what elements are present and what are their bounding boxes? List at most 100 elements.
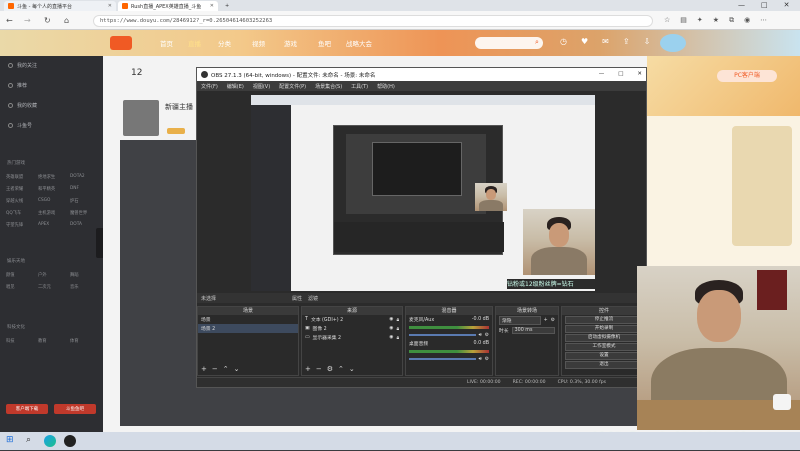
nav-event[interactable]: 战略大会 bbox=[346, 38, 372, 48]
site-logo[interactable] bbox=[110, 36, 132, 50]
gear-icon[interactable]: ⚙ bbox=[551, 318, 555, 323]
extension-icon[interactable]: ✦ bbox=[697, 16, 703, 25]
menu-view[interactable]: 视图(V) bbox=[253, 83, 270, 90]
nav-home[interactable]: 首页 bbox=[160, 38, 173, 48]
sidebar-category-item[interactable]: 科技 bbox=[6, 338, 38, 344]
windows-icon[interactable]: ⊞ bbox=[6, 435, 14, 445]
sidebar-category-item[interactable]: 穿越火线 bbox=[6, 198, 38, 204]
visibility-eye-icon[interactable]: ◉ bbox=[389, 317, 393, 322]
sidebar-category-item[interactable]: QQ飞车 bbox=[6, 210, 38, 216]
sidebar-item-favorites[interactable]: 我的收藏 bbox=[8, 102, 37, 109]
move-up-icon[interactable]: ⌃ bbox=[223, 365, 229, 373]
duration-input[interactable]: 300 ms bbox=[511, 327, 555, 334]
move-down-icon[interactable]: ⌄ bbox=[234, 365, 240, 373]
sidebar-category-item[interactable]: APEX bbox=[38, 222, 70, 228]
edge-icon[interactable] bbox=[44, 435, 56, 447]
sidebar-category-item[interactable]: 王者荣耀 bbox=[6, 186, 38, 192]
back-icon[interactable]: ← bbox=[6, 16, 13, 25]
add-source-icon[interactable]: + bbox=[305, 365, 311, 373]
download-icon[interactable]: ⇩ bbox=[644, 37, 651, 46]
sidebar-category-item[interactable]: 体育 bbox=[70, 338, 102, 344]
share-icon[interactable]: ⧉ bbox=[729, 16, 734, 25]
volume-slider[interactable] bbox=[409, 358, 476, 360]
sidebar-category-item[interactable]: 户外 bbox=[38, 272, 70, 278]
minimize-icon[interactable]: — bbox=[738, 1, 745, 9]
start-recording-button[interactable]: 开始录制 bbox=[565, 325, 643, 333]
url-input[interactable]: https://www.douyu.com/2846912?_r=0.26504… bbox=[93, 15, 653, 27]
gear-icon[interactable]: ⚙ bbox=[485, 357, 489, 362]
sidebar-category-item[interactable]: 魔兽世界 bbox=[70, 210, 102, 216]
collections-icon[interactable]: ▤ bbox=[680, 16, 687, 25]
sidebar-item-recommend[interactable]: 推荐 bbox=[8, 82, 27, 89]
star-icon[interactable]: ☆ bbox=[664, 16, 670, 25]
stop-streaming-button[interactable]: 停止推流 bbox=[565, 316, 643, 324]
pc-client-badge[interactable]: PC客户端 bbox=[717, 70, 777, 82]
properties-button[interactable]: 属性 bbox=[292, 295, 302, 302]
gear-icon[interactable]: ⚙ bbox=[327, 365, 333, 373]
source-item[interactable]: ▣ 图像 2 ◉ 🔒︎ bbox=[302, 324, 402, 333]
menu-tools[interactable]: 工具(T) bbox=[351, 83, 368, 90]
sidebar-category-item[interactable]: 英雄联盟 bbox=[6, 174, 38, 180]
sidebar-category-item[interactable]: 主机游戏 bbox=[38, 210, 70, 216]
move-down-icon[interactable]: ⌄ bbox=[349, 365, 355, 373]
source-item[interactable]: T 文本 (GDI+) 2 ◉ 🔒︎ bbox=[302, 315, 402, 324]
remove-source-icon[interactable]: − bbox=[316, 365, 322, 373]
add-transition-icon[interactable]: + bbox=[544, 318, 548, 323]
new-tab-button[interactable]: + bbox=[221, 1, 233, 11]
nav-game[interactable]: 游戏 bbox=[284, 38, 297, 48]
forward-icon[interactable]: → bbox=[24, 16, 31, 25]
scene-item-selected[interactable]: 场景 2 bbox=[198, 324, 298, 333]
sidebar-item-follow[interactable]: 我的关注 bbox=[8, 62, 37, 69]
obs-preview[interactable]: 钻粉或12级粉丝牌=钻石 bbox=[251, 95, 595, 291]
settings-button[interactable]: 设置 bbox=[565, 352, 643, 360]
sidebar-category-item[interactable]: CSGO bbox=[38, 198, 70, 204]
sidebar-category-item[interactable]: 教育 bbox=[38, 338, 70, 344]
sidebar-category-item[interactable]: 音乐 bbox=[70, 284, 102, 290]
close-icon[interactable]: ✕ bbox=[108, 3, 112, 9]
close-icon[interactable]: ✕ bbox=[637, 71, 642, 78]
close-window-icon[interactable]: ✕ bbox=[784, 1, 790, 9]
lock-icon[interactable]: 🔒︎ bbox=[396, 326, 399, 332]
search-icon[interactable]: ⌕ bbox=[26, 435, 31, 445]
menu-help[interactable]: 帮助(H) bbox=[377, 83, 395, 90]
lock-icon[interactable]: 🔒︎ bbox=[396, 335, 399, 341]
speaker-icon[interactable]: 🔊︎ bbox=[479, 356, 482, 362]
refresh-icon[interactable]: ↻ bbox=[44, 16, 51, 25]
sidebar-category-item[interactable]: 守望先锋 bbox=[6, 222, 38, 228]
sidebar-category-item[interactable]: 唱见 bbox=[6, 284, 38, 290]
transition-select[interactable]: 渐隐 bbox=[499, 316, 541, 325]
nav-yuba[interactable]: 鱼吧 bbox=[318, 38, 331, 48]
sidebar-category-item[interactable]: DNF bbox=[70, 186, 102, 192]
obs-icon[interactable] bbox=[64, 435, 76, 447]
gear-icon[interactable]: ⚙ bbox=[485, 333, 489, 338]
exit-button[interactable]: 退出 bbox=[565, 361, 643, 369]
home-icon[interactable]: ⌂ bbox=[64, 16, 69, 25]
nav-category[interactable]: 分类 bbox=[218, 38, 231, 48]
add-scene-icon[interactable]: + bbox=[201, 365, 207, 373]
sidebar-category-item[interactable]: 炉石 bbox=[70, 198, 102, 204]
nav-live[interactable]: 直播 bbox=[188, 38, 201, 48]
follow-icon[interactable]: ♥ bbox=[581, 37, 588, 46]
menu-edit[interactable]: 编辑(E) bbox=[227, 83, 244, 90]
sidebar-item-douyuhao[interactable]: 斗鱼号 bbox=[8, 122, 32, 129]
visibility-eye-icon[interactable]: ◉ bbox=[389, 326, 393, 331]
sidebar-category-item[interactable]: 舞蹈 bbox=[70, 272, 102, 278]
sidebar-category-item[interactable]: DOTA2 bbox=[70, 174, 102, 180]
volume-slider-row[interactable]: 🔊︎ ⚙ bbox=[406, 355, 492, 363]
avatar[interactable] bbox=[660, 34, 686, 52]
client-download-button[interactable]: 客户端下载 bbox=[6, 404, 48, 414]
browser-tab-2[interactable]: Rush直播_APEX英雄直播_斗鱼 ✕ bbox=[118, 1, 218, 11]
menu-file[interactable]: 文件(F) bbox=[201, 83, 218, 90]
search-icon[interactable]: ⌕ bbox=[535, 38, 539, 47]
yuba-button[interactable]: 斗鱼鱼吧 bbox=[54, 404, 96, 414]
visibility-eye-icon[interactable]: ◉ bbox=[389, 335, 393, 340]
speaker-icon[interactable]: 🔊︎ bbox=[479, 332, 482, 338]
virtual-camera-button[interactable]: 启动虚拟摄像机 bbox=[565, 334, 643, 342]
sidebar-category-item[interactable]: 和平精英 bbox=[38, 186, 70, 192]
lock-icon[interactable]: 🔒︎ bbox=[396, 317, 399, 323]
menu-profile[interactable]: 配置文件(P) bbox=[279, 83, 306, 90]
sidebar-category-item[interactable]: 绝地求生 bbox=[38, 174, 70, 180]
source-item[interactable]: ▭ 显示器采集 2 ◉ 🔒︎ bbox=[302, 333, 402, 342]
browser-tab-1[interactable]: 斗鱼 - 每个人的直播平台 ✕ bbox=[4, 1, 116, 11]
filters-button[interactable]: 滤镜 bbox=[308, 295, 318, 302]
